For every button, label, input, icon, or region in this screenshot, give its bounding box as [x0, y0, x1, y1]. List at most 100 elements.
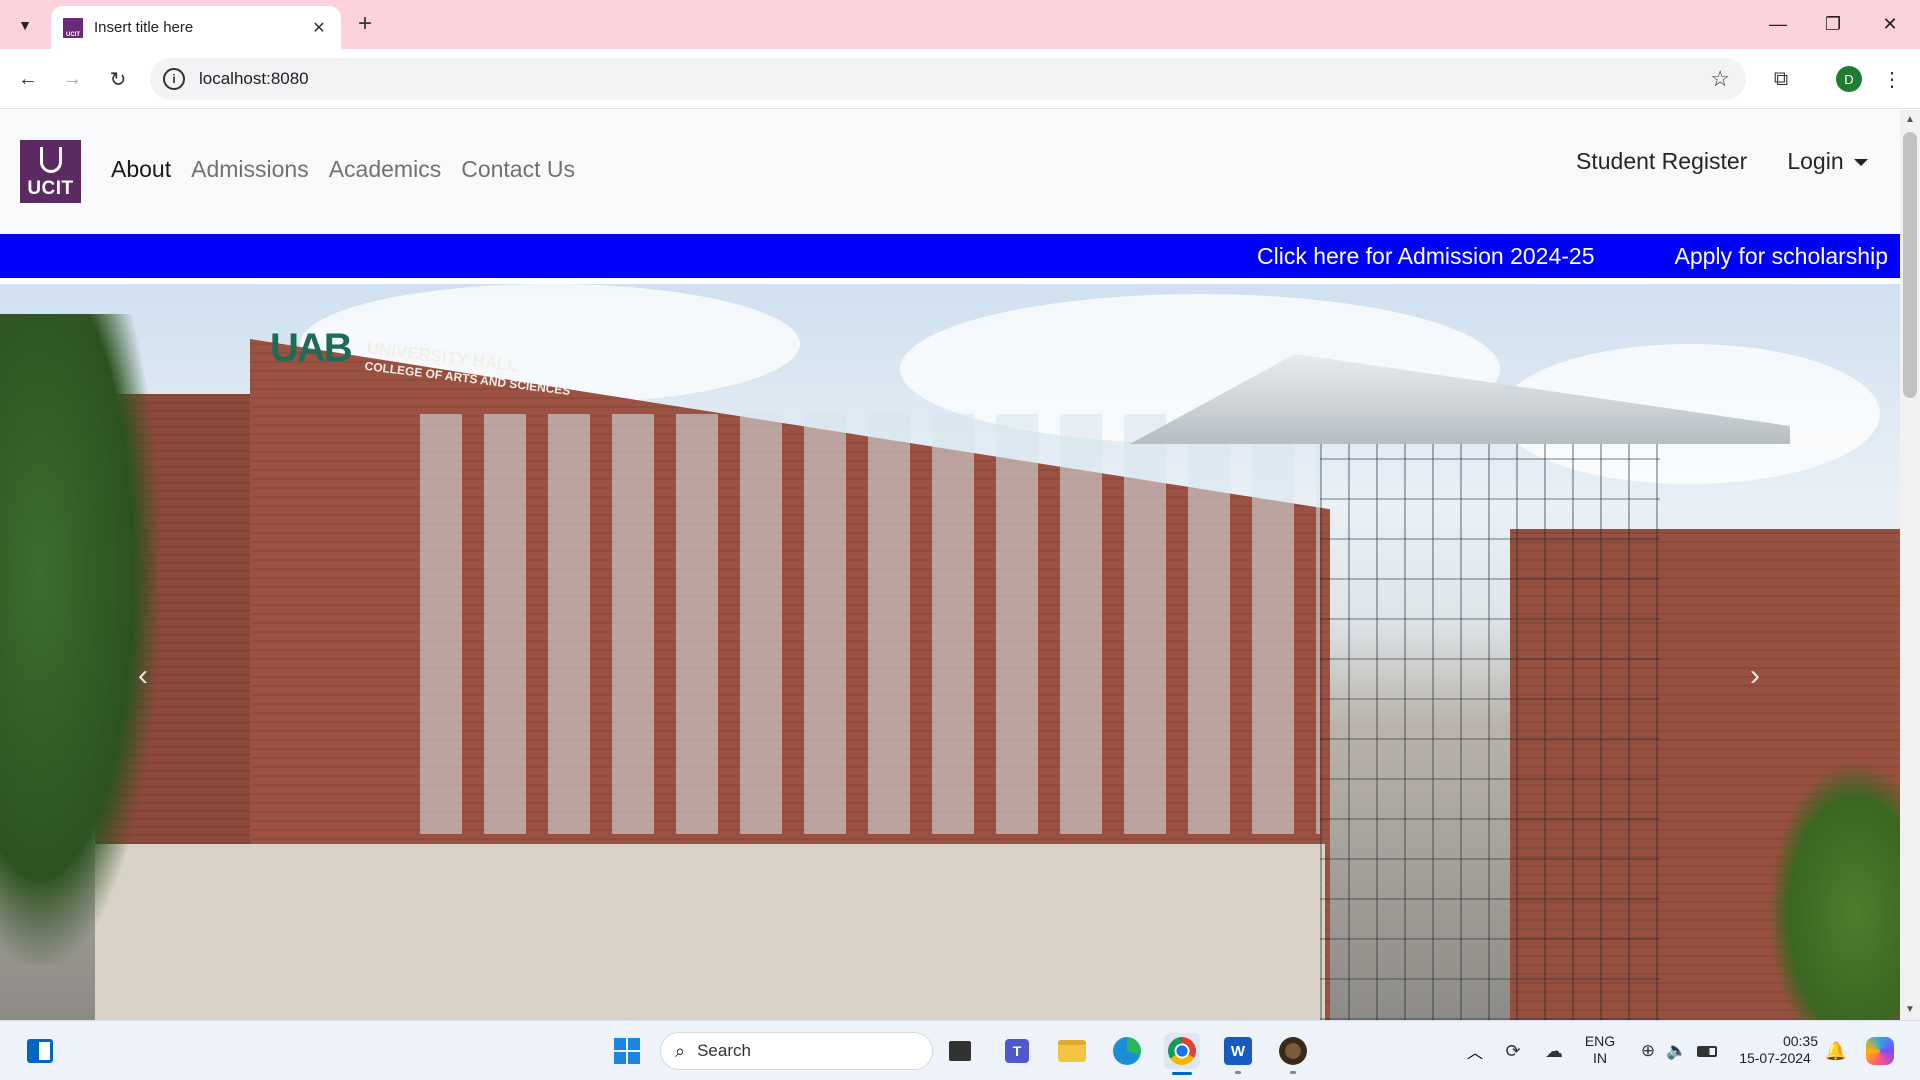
- minimize-button[interactable]: —: [1758, 8, 1798, 40]
- scroll-down-icon[interactable]: ▼: [1904, 1004, 1916, 1016]
- omnibox[interactable]: i localhost:8080 ☆: [150, 58, 1746, 100]
- chevron-down-icon: ▼: [18, 17, 32, 33]
- back-button[interactable]: ←: [12, 63, 44, 95]
- search-icon: ⌕: [675, 1040, 686, 1061]
- chevron-left-icon: ‹: [138, 659, 148, 692]
- copilot-icon: [1866, 1037, 1894, 1065]
- teams-button[interactable]: T: [999, 1033, 1035, 1069]
- language-indicator[interactable]: ENG IN: [1578, 1033, 1622, 1067]
- nav-about[interactable]: About: [111, 156, 171, 183]
- logo-u-icon: [39, 147, 62, 173]
- close-window-button[interactable]: ✕: [1870, 8, 1910, 40]
- building-sign-logo: UAB: [270, 326, 353, 370]
- student-register-link[interactable]: Student Register: [1576, 148, 1747, 175]
- more-vertical-icon[interactable]: ⋮: [1880, 63, 1904, 95]
- copilot-button[interactable]: [1862, 1033, 1898, 1069]
- start-button[interactable]: [609, 1033, 645, 1069]
- secondary-nav: Student Register Login: [1576, 148, 1868, 175]
- battery-shape: [1697, 1045, 1717, 1057]
- page-scrollbar[interactable]: ▲ ▼: [1900, 110, 1920, 1020]
- active-indicator: [1172, 1072, 1192, 1075]
- widgets-icon: [27, 1039, 53, 1063]
- browser-tab[interactable]: UCIT Insert title here ✕: [51, 6, 341, 49]
- task-view-button[interactable]: [942, 1033, 978, 1069]
- clock-date: 15-07-2024: [1739, 1050, 1811, 1066]
- logo-text: UCIT: [27, 178, 74, 199]
- chrome-button[interactable]: [1164, 1033, 1200, 1075]
- puzzle-icon[interactable]: ⧉: [1765, 63, 1797, 95]
- chevron-right-icon: ›: [1750, 659, 1760, 692]
- address-bar-row: ← → ↻ i localhost:8080 ☆ ⧉ D ⋮: [0, 49, 1920, 109]
- reload-button[interactable]: ↻: [102, 63, 134, 95]
- show-hidden-icons-button[interactable]: ︿: [1457, 1033, 1493, 1069]
- chevron-up-icon: ︿: [1466, 1045, 1483, 1062]
- star-icon[interactable]: ☆: [1710, 66, 1730, 92]
- scroll-up-icon[interactable]: ▲: [1904, 114, 1916, 126]
- nav-contact-us[interactable]: Contact Us: [461, 156, 575, 183]
- nav-admissions[interactable]: Admissions: [191, 156, 309, 183]
- caret-down-icon: [1853, 159, 1868, 167]
- restore-button[interactable]: ❐: [1813, 8, 1853, 40]
- file-explorer-button[interactable]: [1054, 1033, 1090, 1069]
- nav-academics[interactable]: Academics: [329, 156, 441, 183]
- taskbar-search-label: Search: [697, 1041, 751, 1060]
- arrow-left-icon: ←: [18, 67, 38, 90]
- page-viewport: UCIT About Admissions Academics Contact …: [0, 110, 1920, 1020]
- login-dropdown[interactable]: Login: [1787, 148, 1868, 175]
- building-glass-tower: [1320, 434, 1660, 1020]
- taskbar-search[interactable]: ⌕ Search: [660, 1032, 933, 1070]
- reload-icon: ↻: [109, 68, 127, 91]
- close-icon: ✕: [1882, 13, 1898, 34]
- building-windows: [420, 414, 1320, 834]
- favicon-icon: UCIT: [63, 17, 83, 38]
- promo-bar: Click here for Admission 2024-25 Apply f…: [0, 234, 1900, 278]
- carousel-next-button[interactable]: ›: [1740, 656, 1770, 696]
- app-icon: [1279, 1037, 1307, 1065]
- scholarship-link[interactable]: Apply for scholarship: [1675, 243, 1889, 270]
- clock-time: 00:35: [1782, 1033, 1818, 1049]
- language-line1: ENG: [1584, 1033, 1616, 1049]
- cloud-icon[interactable]: ☁: [1536, 1033, 1572, 1069]
- profile-avatar[interactable]: D: [1836, 66, 1862, 92]
- building-stone-base: [95, 844, 1325, 1020]
- admission-link[interactable]: Click here for Admission 2024-25: [1257, 243, 1595, 270]
- task-view-icon: [949, 1041, 971, 1061]
- tab-title: Insert title here: [94, 19, 194, 36]
- arrow-right-icon: →: [62, 67, 82, 90]
- word-button[interactable]: W: [1220, 1033, 1256, 1074]
- tree-left: [0, 314, 160, 964]
- restore-icon: ❐: [1824, 13, 1842, 34]
- widgets-button[interactable]: [22, 1033, 58, 1069]
- site-navbar: UCIT About Admissions Academics Contact …: [0, 110, 1900, 234]
- url-text[interactable]: localhost:8080: [199, 69, 1710, 89]
- language-line2: IN: [1593, 1050, 1607, 1066]
- app-button[interactable]: [1275, 1033, 1311, 1074]
- hero-carousel: UAB UNIVERSITY HALL COLLEGE OF ARTS AND …: [0, 284, 1900, 1020]
- windows-icon: [614, 1038, 640, 1064]
- edge-button[interactable]: [1109, 1033, 1145, 1069]
- forward-button[interactable]: →: [56, 63, 88, 95]
- close-tab-button[interactable]: ✕: [309, 18, 329, 38]
- browser-tab-strip: ▼ UCIT Insert title here ✕ + — ❐ ✕: [0, 0, 1920, 49]
- windows-taskbar: ⌕ Search T W ︿ ⟳ ☁ ENG IN ⊕ 🔈 00:35 15-0…: [0, 1020, 1920, 1080]
- minimize-icon: —: [1769, 13, 1787, 34]
- edge-icon: [1113, 1037, 1141, 1065]
- tree-right: [1770, 764, 1900, 1020]
- teams-icon: T: [1005, 1039, 1029, 1063]
- primary-nav: About Admissions Academics Contact Us: [111, 156, 575, 183]
- new-tab-button[interactable]: +: [352, 12, 378, 38]
- battery-icon[interactable]: [1689, 1033, 1725, 1069]
- site-logo[interactable]: UCIT: [20, 140, 81, 203]
- scroll-thumb[interactable]: [1903, 132, 1917, 398]
- tab-search-button[interactable]: ▼: [10, 10, 40, 40]
- info-icon[interactable]: i: [163, 68, 185, 90]
- chrome-icon: [1168, 1037, 1196, 1065]
- running-indicator: [1290, 1071, 1296, 1074]
- sync-icon[interactable]: ⟳: [1495, 1033, 1531, 1069]
- word-icon: W: [1224, 1037, 1252, 1065]
- clock[interactable]: 00:35 15-07-2024: [1732, 1033, 1818, 1067]
- folder-icon: [1058, 1040, 1086, 1062]
- carousel-prev-button[interactable]: ‹: [128, 656, 158, 696]
- bell-icon[interactable]: 🔔: [1818, 1033, 1854, 1069]
- login-label: Login: [1787, 148, 1844, 174]
